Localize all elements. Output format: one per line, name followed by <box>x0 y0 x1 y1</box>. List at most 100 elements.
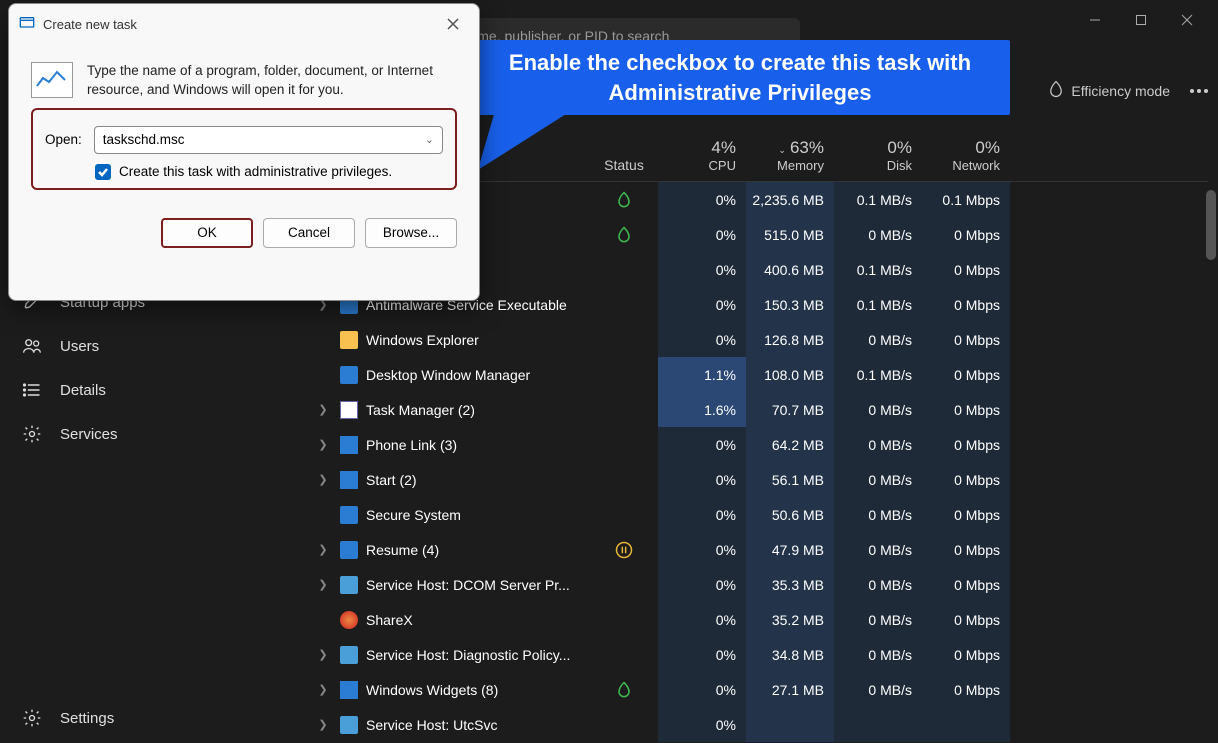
table-row[interactable]: ❯Service Host: Diagnostic Policy...0%34.… <box>308 637 1208 672</box>
col-memory[interactable]: ⌄63%Memory <box>746 138 834 173</box>
sidebar-item-details[interactable]: Details <box>0 368 300 412</box>
memory-cell: 108.0 MB <box>746 357 834 392</box>
close-button[interactable] <box>1164 5 1210 35</box>
memory-cell: 126.8 MB <box>746 322 834 357</box>
process-icon <box>338 471 360 489</box>
process-icon <box>338 716 360 734</box>
table-row[interactable]: ❯Windows Widgets (8)0%27.1 MB0 MB/s0 Mbp… <box>308 672 1208 707</box>
open-label: Open: <box>45 132 82 147</box>
process-name: Phone Link (3) <box>360 437 590 453</box>
network-cell: 0 Mbps <box>922 462 1010 497</box>
admin-checkbox[interactable] <box>95 164 111 180</box>
memory-cell: 27.1 MB <box>746 672 834 707</box>
network-cell: 0 Mbps <box>922 252 1010 287</box>
memory-cell: 47.9 MB <box>746 532 834 567</box>
sidebar-item-users[interactable]: Users <box>0 324 300 368</box>
disk-cell: 0 MB/s <box>834 497 922 532</box>
cancel-button[interactable]: Cancel <box>263 218 355 248</box>
sidebar-item-services[interactable]: Services <box>0 412 300 456</box>
table-row[interactable]: ❯Start (2)0%56.1 MB0 MB/s0 Mbps <box>308 462 1208 497</box>
admin-checkbox-label: Create this task with administrative pri… <box>119 164 392 179</box>
table-row[interactable]: Desktop Window Manager 1.1%108.0 MB0.1 MB… <box>308 357 1208 392</box>
col-network[interactable]: 0%Network <box>922 138 1010 173</box>
table-row[interactable]: ❯Task Manager (2)1.6%70.7 MB0 MB/s0 Mbps <box>308 392 1208 427</box>
table-row[interactable]: Secure System0%50.6 MB0 MB/s0 Mbps <box>308 497 1208 532</box>
expand-icon[interactable]: ❯ <box>308 648 338 661</box>
disk-cell: 0 MB/s <box>834 602 922 637</box>
sidebar-label: Services <box>60 426 118 443</box>
table-row[interactable]: Windows Explorer0%126.8 MB0 MB/s0 Mbps <box>308 322 1208 357</box>
network-cell <box>922 707 1010 742</box>
process-icon <box>338 646 360 664</box>
cpu-cell: 0% <box>658 462 746 497</box>
memory-cell: 70.7 MB <box>746 392 834 427</box>
process-icon <box>338 331 360 349</box>
process-status <box>590 225 658 245</box>
memory-cell: 64.2 MB <box>746 427 834 462</box>
expand-icon[interactable]: ❯ <box>308 578 338 591</box>
efficiency-mode-button[interactable]: Efficiency mode <box>1047 80 1170 101</box>
expand-icon[interactable]: ❯ <box>308 543 338 556</box>
efficiency-label: Efficiency mode <box>1071 83 1170 99</box>
network-cell: 0 Mbps <box>922 497 1010 532</box>
list-icon <box>22 380 42 400</box>
disk-cell: 0 MB/s <box>834 637 922 672</box>
disk-cell: 0.1 MB/s <box>834 357 922 392</box>
col-status[interactable]: Status <box>590 157 658 173</box>
col-cpu[interactable]: 4%CPU <box>658 138 746 173</box>
chevron-down-icon: ⌄ <box>425 133 434 146</box>
network-cell: 0.1 Mbps <box>922 182 1010 217</box>
cpu-cell: 1.1% <box>658 357 746 392</box>
table-row[interactable]: ❯Resume (4)0%47.9 MB0 MB/s0 Mbps <box>308 532 1208 567</box>
disk-cell: 0 MB/s <box>834 217 922 252</box>
expand-icon[interactable]: ❯ <box>308 438 338 451</box>
col-disk[interactable]: 0%Disk <box>834 138 922 173</box>
process-name: Desktop Window Manager <box>360 367 590 383</box>
expand-icon[interactable]: ❯ <box>308 473 338 486</box>
memory-cell <box>746 707 834 742</box>
disk-cell: 0 MB/s <box>834 532 922 567</box>
disk-cell: 0.1 MB/s <box>834 182 922 217</box>
cpu-cell: 0% <box>658 672 746 707</box>
maximize-button[interactable] <box>1118 5 1164 35</box>
expand-icon[interactable]: ❯ <box>308 683 338 696</box>
users-icon <box>22 336 42 356</box>
cpu-cell: 0% <box>658 602 746 637</box>
browse-button[interactable]: Browse... <box>365 218 457 248</box>
table-row[interactable]: ❯Service Host: UtcSvc0% <box>308 707 1208 742</box>
sort-desc-icon: ⌄ <box>778 145 786 155</box>
process-icon <box>338 436 360 454</box>
memory-cell: 35.2 MB <box>746 602 834 637</box>
network-cell: 0 Mbps <box>922 322 1010 357</box>
network-cell: 0 Mbps <box>922 567 1010 602</box>
open-combobox[interactable]: taskschd.msc ⌄ <box>94 126 443 154</box>
sidebar-item-settings[interactable]: Settings <box>0 696 136 740</box>
cpu-cell: 0% <box>658 497 746 532</box>
disk-cell: 0 MB/s <box>834 567 922 602</box>
more-button[interactable] <box>1190 89 1208 93</box>
cpu-cell: 0% <box>658 637 746 672</box>
sidebar-label: Details <box>60 382 106 399</box>
highlighted-area: Open: taskschd.msc ⌄ Create this task wi… <box>31 108 457 190</box>
disk-cell: 0 MB/s <box>834 322 922 357</box>
memory-cell: 400.6 MB <box>746 252 834 287</box>
scrollbar[interactable] <box>1206 190 1216 260</box>
process-name: Service Host: UtcSvc <box>360 717 590 733</box>
dialog-close-button[interactable] <box>437 12 469 36</box>
minimize-button[interactable] <box>1072 5 1118 35</box>
dialog-instruction: Type the name of a program, folder, docu… <box>87 62 457 100</box>
process-name: Service Host: DCOM Server Pr... <box>360 577 590 593</box>
toolbar: Efficiency mode <box>1047 80 1208 101</box>
cpu-cell: 0% <box>658 532 746 567</box>
sidebar: Startup apps Users Details Services <box>0 280 300 456</box>
expand-icon[interactable]: ❯ <box>308 403 338 416</box>
ok-button[interactable]: OK <box>161 218 253 248</box>
network-cell: 0 Mbps <box>922 532 1010 567</box>
memory-cell: 50.6 MB <box>746 497 834 532</box>
table-row[interactable]: ShareX0%35.2 MB0 MB/s0 Mbps <box>308 602 1208 637</box>
disk-cell: 0.1 MB/s <box>834 252 922 287</box>
table-row[interactable]: ❯Service Host: DCOM Server Pr...0%35.3 M… <box>308 567 1208 602</box>
cpu-cell: 1.6% <box>658 392 746 427</box>
expand-icon[interactable]: ❯ <box>308 718 338 731</box>
table-row[interactable]: ❯Phone Link (3)0%64.2 MB0 MB/s0 Mbps <box>308 427 1208 462</box>
